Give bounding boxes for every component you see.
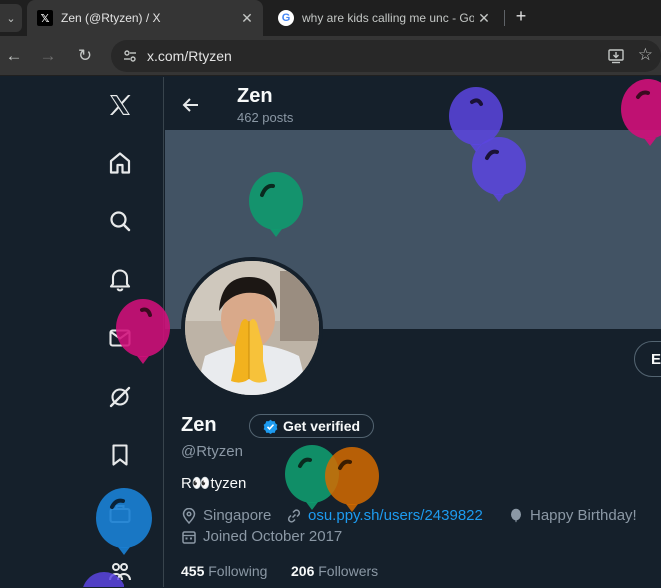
close-icon[interactable]: ✕ bbox=[237, 10, 257, 27]
arrow-left-icon bbox=[182, 98, 198, 112]
close-icon[interactable]: ✕ bbox=[474, 10, 494, 27]
avatar-photo bbox=[185, 261, 319, 395]
profile-handle: @Rtyzen bbox=[181, 443, 243, 460]
address-bar[interactable]: x.com/Rtyzen ☆ bbox=[111, 40, 661, 72]
home-icon bbox=[109, 152, 131, 174]
profile-joined: Joined October 2017 bbox=[181, 528, 342, 545]
tab-title: why are kids calling me unc - Go bbox=[302, 11, 474, 25]
edit-profile-button[interactable]: Ed bbox=[634, 341, 661, 377]
tab-title: Zen (@Rtyzen) / X bbox=[61, 11, 161, 25]
followers-link[interactable]: 206 Followers bbox=[291, 563, 378, 579]
followers-count: 206 bbox=[291, 563, 315, 579]
birthday-text: Happy Birthday! bbox=[530, 507, 637, 524]
tab-google-search[interactable]: G why are kids calling me unc - Go ✕ bbox=[268, 0, 500, 36]
balloon-purple-icon bbox=[472, 137, 526, 202]
back-button[interactable] bbox=[177, 91, 205, 119]
bookmark-star-icon[interactable]: ☆ bbox=[638, 45, 653, 65]
followers-label: Followers bbox=[318, 563, 379, 579]
plus-icon: + bbox=[515, 5, 527, 26]
sidebar-item-grok[interactable] bbox=[104, 381, 136, 413]
reload-button[interactable]: ↻ bbox=[73, 44, 97, 68]
location-pin-icon bbox=[182, 507, 196, 524]
arrow-left-icon: ← bbox=[5, 46, 23, 65]
balloon-pink-icon bbox=[621, 79, 661, 146]
following-count: 455 bbox=[181, 563, 205, 579]
profile-display-name: Zen bbox=[181, 414, 217, 436]
location-text: Singapore bbox=[203, 507, 272, 524]
get-verified-label: Get verified bbox=[283, 418, 361, 434]
bookmark-icon bbox=[112, 444, 128, 466]
edit-profile-label: Ed bbox=[651, 350, 661, 368]
tab-search-button[interactable]: ⌄ bbox=[0, 4, 22, 32]
browser-toolbar: ← → ↻ x.com/Rtyzen ☆ bbox=[0, 36, 661, 76]
balloon-green-icon bbox=[249, 172, 303, 237]
chevron-down-icon: ⌄ bbox=[6, 12, 16, 25]
joined-text: Joined October 2017 bbox=[203, 528, 343, 545]
site-settings-icon[interactable] bbox=[121, 47, 139, 65]
profile-main-column: Zen 462 posts Ed Zen Get verified @Rtyze… bbox=[165, 77, 661, 587]
sidebar-item-bookmarks[interactable] bbox=[104, 439, 136, 471]
profile-top-bar: Zen 462 posts bbox=[165, 77, 661, 130]
balloon-orange-icon bbox=[325, 447, 379, 512]
header-posts-count: 462 posts bbox=[237, 110, 294, 125]
x-logo-icon bbox=[110, 95, 131, 115]
balloon-icon bbox=[511, 508, 521, 522]
url-text: x.com/Rtyzen bbox=[147, 48, 232, 64]
balloon-pink-icon bbox=[116, 299, 170, 364]
bell-icon bbox=[109, 269, 131, 292]
x-home-logo[interactable] bbox=[104, 89, 136, 121]
following-label: Following bbox=[208, 563, 268, 579]
install-app-icon[interactable] bbox=[607, 47, 625, 65]
google-g-icon: G bbox=[278, 10, 294, 26]
reload-icon: ↻ bbox=[77, 46, 93, 65]
browser-tab-bar: ⌄ 𝕏 Zen (@Rtyzen) / X ✕ G why are kids c… bbox=[0, 0, 661, 36]
new-tab-button[interactable]: + bbox=[510, 4, 532, 28]
x-logo-icon: 𝕏 bbox=[37, 10, 53, 26]
balloon-blue-icon bbox=[96, 488, 152, 555]
profile-location: Singapore bbox=[181, 507, 271, 524]
balloon-purple-icon bbox=[83, 572, 124, 587]
forward-button[interactable]: → bbox=[36, 44, 60, 68]
get-verified-button[interactable]: Get verified bbox=[249, 414, 374, 438]
profile-avatar[interactable] bbox=[181, 257, 323, 399]
grok-icon bbox=[109, 386, 131, 408]
following-link[interactable]: 455 Following bbox=[181, 563, 267, 579]
profile-birthday: Happy Birthday! bbox=[508, 507, 637, 524]
header-name: Zen bbox=[237, 85, 273, 107]
sidebar-item-notifications[interactable] bbox=[104, 263, 136, 295]
profile-bio: R👀tyzen bbox=[181, 475, 247, 492]
search-icon bbox=[110, 211, 131, 232]
sidebar-item-explore[interactable] bbox=[104, 205, 136, 237]
back-button[interactable]: ← bbox=[2, 44, 26, 68]
calendar-icon bbox=[182, 530, 196, 544]
tab-divider bbox=[504, 10, 505, 26]
verified-badge-icon bbox=[263, 419, 278, 434]
arrow-right-icon: → bbox=[39, 46, 57, 65]
tab-x-profile[interactable]: 𝕏 Zen (@Rtyzen) / X ✕ bbox=[27, 0, 263, 36]
sidebar-item-home[interactable] bbox=[104, 147, 136, 179]
